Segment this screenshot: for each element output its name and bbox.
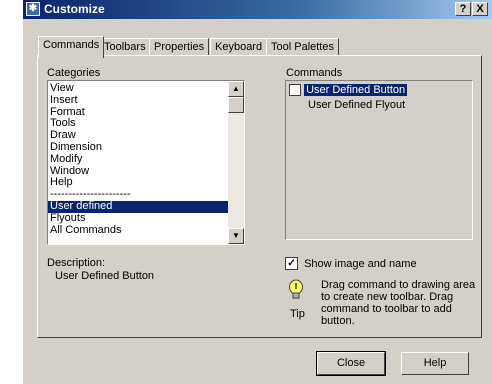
scroll-down-arrow-icon[interactable]: ▼ <box>228 228 244 244</box>
customize-app-icon: ✱ <box>26 2 40 16</box>
lightbulb-icon <box>288 279 304 305</box>
checkmark-icon[interactable]: ✓ <box>285 257 298 270</box>
help-button[interactable]: Help <box>401 352 469 375</box>
command-item-label: User Defined Button <box>304 84 408 97</box>
categories-listbox[interactable]: View Insert Format Tools Draw Dimension … <box>47 80 245 245</box>
category-item-user-defined[interactable]: User defined <box>48 200 228 213</box>
show-image-and-name-label: Show image and name <box>304 257 417 270</box>
customize-dialog: ✱ Customize ? X Commands Toolbars Proper… <box>22 0 492 384</box>
tab-toolbars[interactable]: Toolbars <box>99 38 151 56</box>
category-item-window[interactable]: Window <box>48 165 228 178</box>
category-item-insert[interactable]: Insert <box>48 94 228 107</box>
show-image-and-name-checkbox[interactable]: ✓ Show image and name <box>285 257 417 270</box>
tab-tool-palettes[interactable]: Tool Palettes <box>266 38 339 56</box>
description-value: User Defined Button <box>55 270 155 282</box>
help-title-button[interactable]: ? <box>455 2 471 16</box>
scroll-up-arrow-icon[interactable]: ▲ <box>228 81 244 97</box>
category-item-all-commands[interactable]: All Commands <box>48 224 228 237</box>
commands-listbox[interactable]: User Defined Button User Defined Flyout <box>285 80 473 240</box>
command-item-user-defined-button[interactable]: User Defined Button <box>289 84 408 97</box>
categories-scrollbar[interactable]: ▲ ▼ <box>228 81 244 244</box>
commands-tab-panel: Categories View Insert Format Tools Draw… <box>37 55 482 338</box>
commands-label: Commands <box>286 67 343 79</box>
tab-properties[interactable]: Properties <box>149 38 210 56</box>
tip-text: Drag command to drawing area to create n… <box>321 279 476 327</box>
dialog-title: Customize <box>44 2 105 16</box>
tab-keyboard[interactable]: Keyboard <box>210 38 268 56</box>
tip-label: Tip <box>290 308 305 320</box>
command-item-user-defined-flyout[interactable]: User Defined Flyout <box>308 99 405 111</box>
title-bar[interactable]: ✱ Customize ? X <box>23 0 492 19</box>
category-item-flyouts[interactable]: Flyouts <box>48 212 228 225</box>
close-button[interactable]: Close <box>316 351 386 376</box>
categories-label: Categories <box>47 67 101 79</box>
tab-commands[interactable]: Commands <box>38 36 105 58</box>
description-label: Description: <box>47 257 106 269</box>
close-title-button[interactable]: X <box>472 2 488 16</box>
category-item-modify[interactable]: Modify <box>48 153 228 166</box>
command-button-icon <box>289 84 301 97</box>
scroll-thumb[interactable] <box>228 97 244 113</box>
categories-list: View Insert Format Tools Draw Dimension … <box>48 82 228 237</box>
category-item-dimension[interactable]: Dimension <box>48 141 228 154</box>
